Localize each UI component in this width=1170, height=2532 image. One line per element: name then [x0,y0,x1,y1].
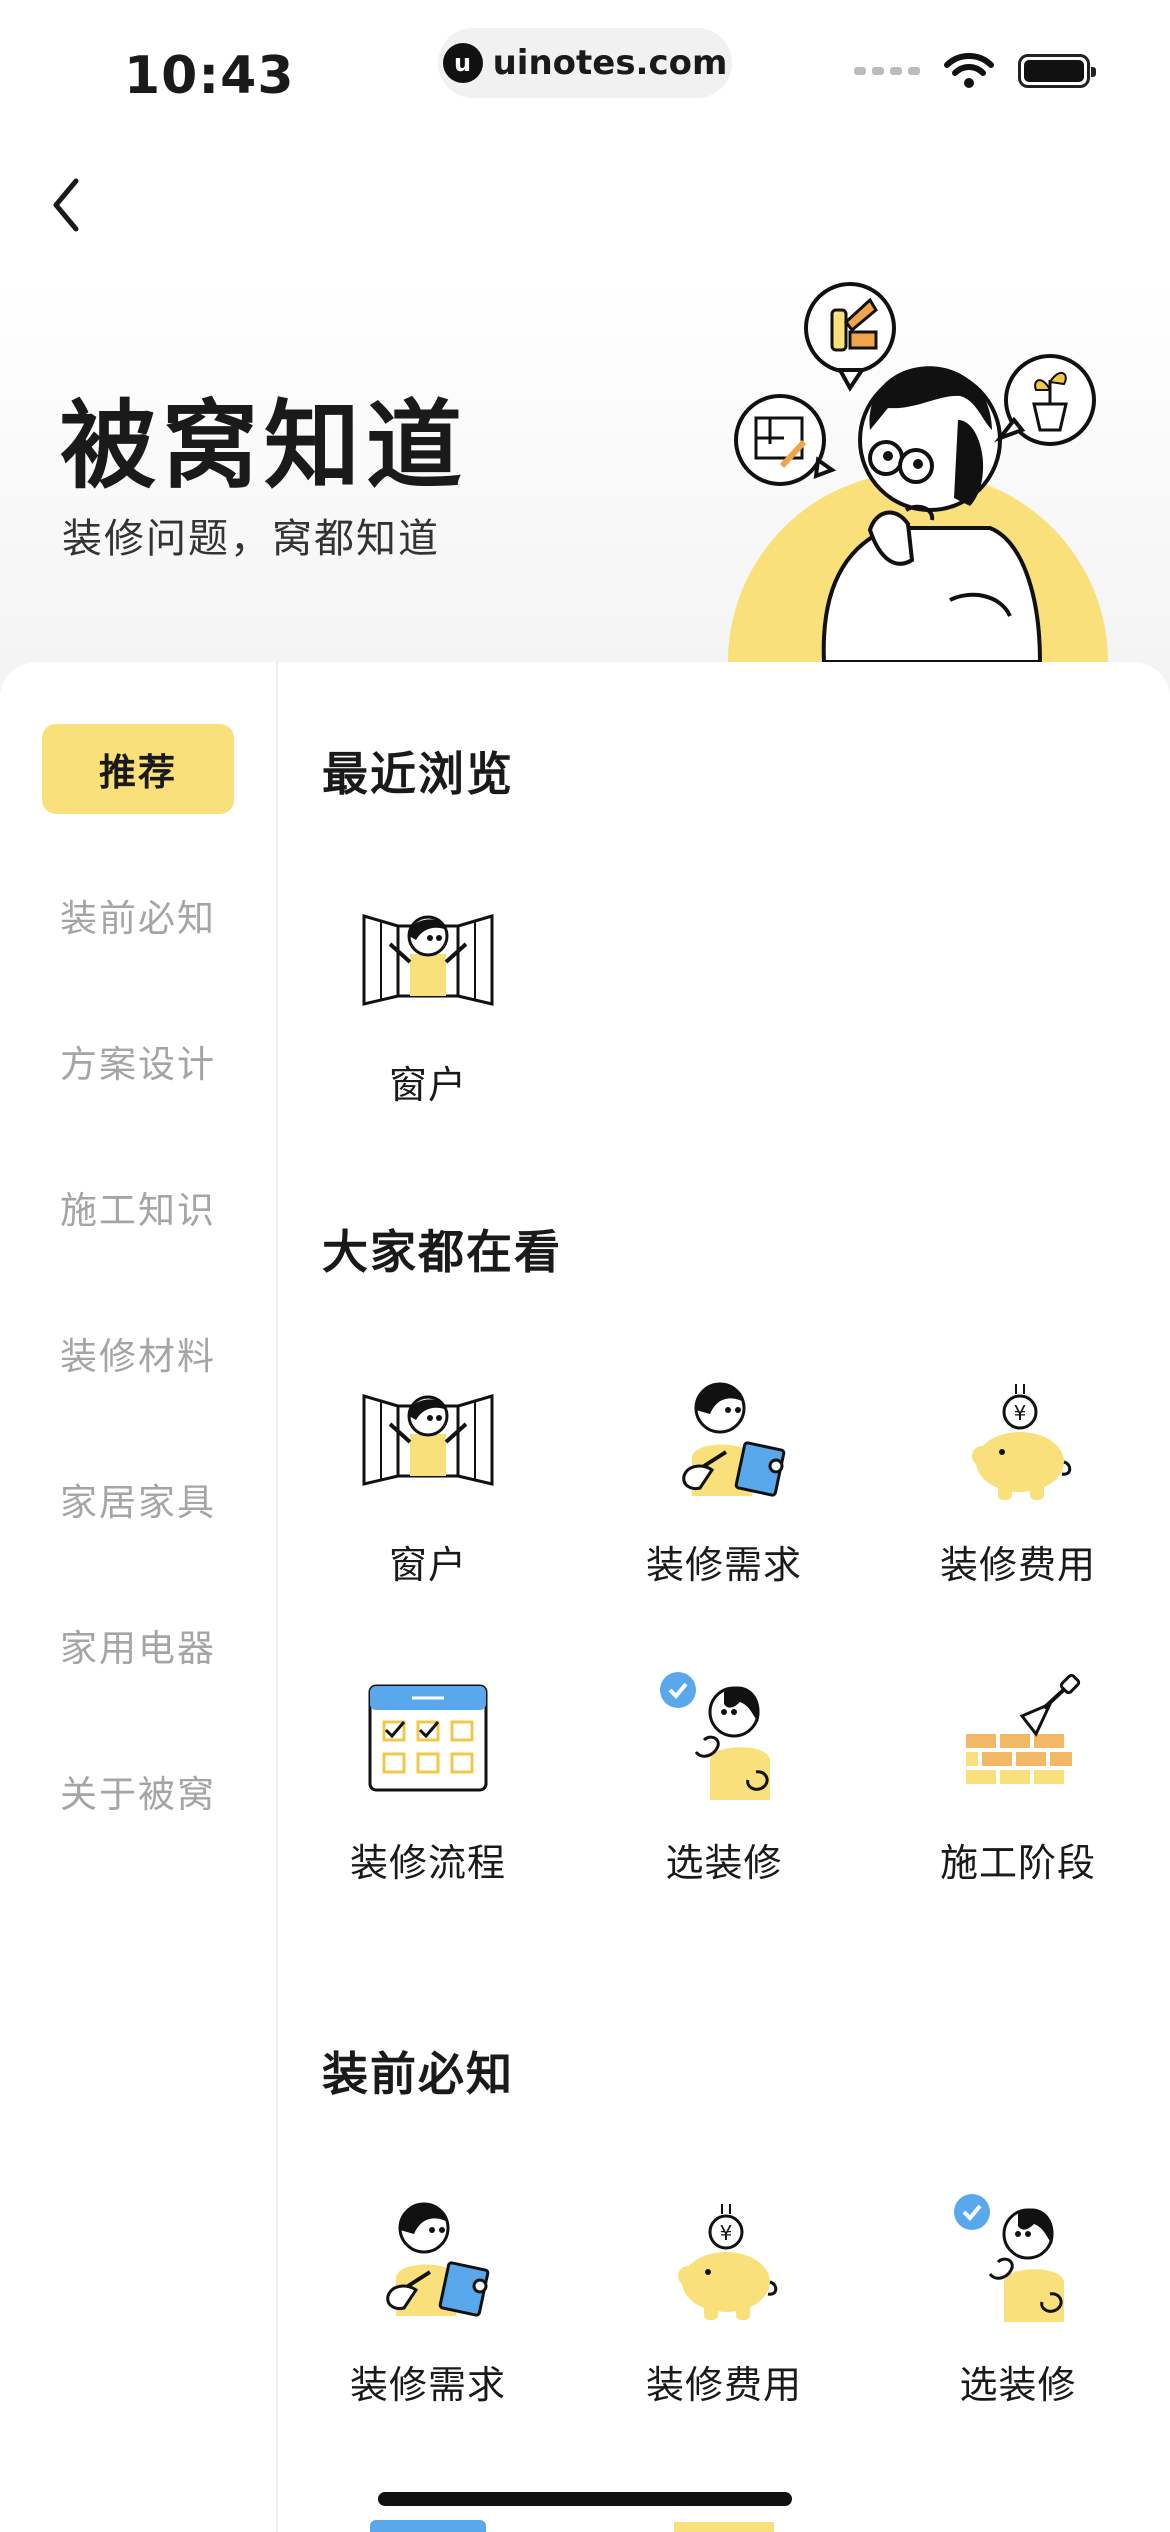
sidebar-item-furniture[interactable]: 家居家具 [42,1454,234,1544]
before-item-choose[interactable]: 选装修 [908,2186,1128,2446]
tile-label: 装修费用 [645,2363,802,2407]
piggy-bank-icon [948,1366,1088,1506]
tile-label: 选装修 [959,2363,1077,2407]
before-item-cost[interactable]: 装修费用 [614,2186,834,2446]
before-item-requirements[interactable]: 装修需求 [318,2186,538,2446]
window-person-icon [358,1366,498,1506]
signal-icon [854,67,920,75]
popular-item-choose[interactable]: 选装修 [614,1664,834,1924]
tile-label: 施工阶段 [939,1841,1096,1885]
popular-item-cost[interactable]: 装修费用 [908,1366,1128,1626]
content-panel: 推荐 装前必知 方案设计 施工知识 装修材料 家居家具 家用电器 关于被窝 最近… [0,662,1170,2532]
sidebar-item-construction[interactable]: 施工知识 [42,1162,234,1252]
tile-label: 装修流程 [349,1841,506,1885]
section-title-before: 装前必知 [322,2047,514,2101]
home-indicator [378,2492,792,2506]
page-subtitle: 装修问题，窝都知道 [62,516,440,562]
section-title-recent: 最近浏览 [322,747,514,801]
sidebar-item-before-renovation[interactable]: 装前必知 [42,870,234,960]
tile-label: 装修需求 [349,2363,506,2407]
chevron-left-icon [53,178,79,232]
brick-trowel-icon [948,1664,1088,1804]
url-pill[interactable]: u uinotes.com [438,28,732,98]
sidebar-item-about[interactable]: 关于被窝 [42,1746,234,1836]
window-person-icon [358,886,498,1026]
tile-label: 装修需求 [645,1543,802,1587]
partial-item-icon [674,2522,774,2532]
page-title: 被窝知道 [60,390,468,502]
tile-label: 选装修 [665,1841,783,1885]
status-indicators [854,52,1096,90]
site-logo-icon: u [442,43,483,83]
piggy-bank-icon [654,2186,794,2326]
notebook-person-icon [358,2186,498,2326]
tile-label: 窗户 [388,1543,467,1587]
mascot-illustration [728,282,1108,664]
thinking-person-icon [948,2186,1088,2326]
popular-item-process[interactable]: 装修流程 [318,1664,538,1924]
popular-item-stage[interactable]: 施工阶段 [908,1664,1128,1924]
calendar-checklist-icon [358,1664,498,1804]
url-text: uinotes.com [492,43,728,83]
recent-item-window[interactable]: 窗户 [318,886,538,1146]
battery-icon [1018,54,1096,88]
popular-item-requirements[interactable]: 装修需求 [614,1366,834,1626]
notebook-person-icon [654,1366,794,1506]
sidebar-item-design[interactable]: 方案设计 [42,1016,234,1106]
sidebar-item-materials[interactable]: 装修材料 [42,1308,234,1398]
back-button[interactable] [36,170,96,240]
category-sidebar: 推荐 装前必知 方案设计 施工知识 装修材料 家居家具 家用电器 关于被窝 [0,662,278,2532]
thinking-person-icon [654,1664,794,1804]
wifi-icon [944,53,994,88]
popular-item-window[interactable]: 窗户 [318,1366,538,1626]
tile-label: 窗户 [388,1063,467,1107]
section-title-popular: 大家都在看 [322,1225,562,1279]
status-time: 10:43 [124,46,295,106]
sidebar-item-recommended[interactable]: 推荐 [42,724,234,814]
hero-header: 10:43 u uinotes.com 被窝知道 装修问题，窝都知道 [0,0,1170,700]
tile-label: 装修费用 [939,1543,1096,1587]
sidebar-item-appliances[interactable]: 家用电器 [42,1600,234,1690]
